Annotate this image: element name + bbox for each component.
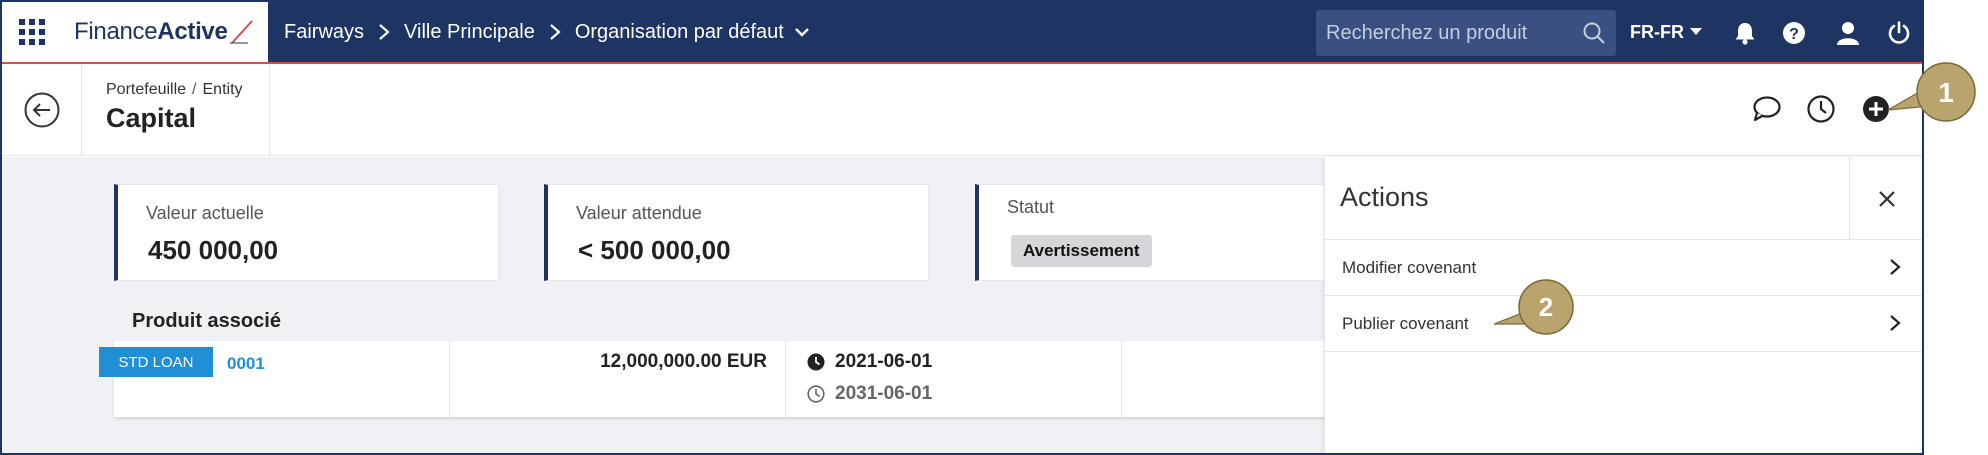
chevron-right-icon <box>549 23 561 41</box>
product-search <box>1316 10 1616 56</box>
callout-1-number: 1 <box>1938 77 1954 108</box>
finance-active-logo[interactable]: Finance Active <box>62 2 268 62</box>
org-breadcrumb: Fairways Ville Principale Organisation p… <box>284 2 810 62</box>
action-modifier-covenant[interactable]: Modifier covenant <box>1325 240 1922 296</box>
end-date-row: 2031-06-01 <box>807 383 932 405</box>
arrow-left-circle-icon <box>24 92 59 128</box>
end-date: 2031-06-01 <box>835 383 933 404</box>
breadcrumb-organisation[interactable]: Organisation par défaut <box>575 21 784 44</box>
start-date-row: 2021-06-01 <box>807 351 932 373</box>
top-navigation-bar: Finance Active Fairways Ville Principale … <box>2 2 1922 64</box>
breadcrumb-entity[interactable]: Entity <box>203 81 243 98</box>
associated-product-title: Produit associé <box>132 310 281 332</box>
current-value-label: Valeur actuelle <box>146 203 264 223</box>
action-label: Publier covenant <box>1342 313 1469 333</box>
clock-filled-icon <box>807 353 825 371</box>
logo-slash-icon <box>229 20 253 44</box>
current-value-card: Valeur actuelle 450 000,00 <box>114 184 499 281</box>
close-button[interactable] <box>1849 157 1922 240</box>
language-selector[interactable]: FR-FR <box>1630 2 1702 62</box>
back-button[interactable] <box>2 64 82 156</box>
chevron-right-icon <box>1889 258 1901 281</box>
history-clock-icon[interactable] <box>1804 92 1838 126</box>
power-icon[interactable] <box>1886 20 1912 46</box>
product-amount: 12,000,000.00 EUR <box>600 351 767 372</box>
bell-icon[interactable] <box>1732 20 1758 46</box>
chevron-right-icon <box>378 23 390 41</box>
page-title: Capital <box>106 103 197 133</box>
product-id-link[interactable]: 0001 <box>227 354 265 374</box>
product-type-badge: STD LOAN <box>99 347 213 377</box>
breadcrumb-ville-principale[interactable]: Ville Principale <box>404 21 535 44</box>
logo-text-finance: Finance <box>74 18 158 45</box>
user-icon[interactable] <box>1835 20 1861 46</box>
app-launcher-button[interactable] <box>2 2 62 62</box>
clock-outline-icon <box>807 385 825 403</box>
callout-2-number: 2 <box>1539 292 1553 322</box>
callout-1: 1 <box>1887 62 1976 122</box>
actions-panel-header: Actions <box>1325 157 1922 240</box>
comment-icon[interactable] <box>1750 92 1784 126</box>
logo-text-active: Active <box>157 18 228 45</box>
status-card: Statut Avertissement <box>975 184 1360 281</box>
status-label: Statut <box>1007 197 1055 217</box>
status-badge: Avertissement <box>1011 235 1152 267</box>
grid-icon <box>19 19 45 45</box>
language-label: FR-FR <box>1630 21 1684 42</box>
close-icon <box>1878 190 1895 207</box>
expected-value: < 500 000,00 <box>578 235 731 265</box>
search-icon[interactable] <box>1582 21 1606 50</box>
svg-text:?: ? <box>1789 26 1799 43</box>
search-input[interactable] <box>1326 21 1566 45</box>
breadcrumb-fairways[interactable]: Fairways <box>284 21 364 44</box>
page-header: Portefeuille / Entity Capital <box>2 64 1922 156</box>
chevron-right-icon <box>1889 314 1901 337</box>
action-publier-covenant[interactable]: Publier covenant <box>1325 296 1922 352</box>
actions-panel-title: Actions <box>1340 182 1429 212</box>
help-icon[interactable]: ? <box>1781 20 1807 46</box>
expected-value-card: Valeur attendue < 500 000,00 <box>544 184 929 281</box>
page-breadcrumb: Portefeuille / Entity <box>106 81 243 98</box>
page-title-block: Portefeuille / Entity Capital <box>82 64 270 156</box>
expected-value-label: Valeur attendue <box>576 203 702 223</box>
current-value: 450 000,00 <box>148 235 279 265</box>
start-date: 2021-06-01 <box>835 351 933 372</box>
app-window: Finance Active Fairways Ville Principale … <box>0 0 1924 455</box>
breadcrumb-portefeuille[interactable]: Portefeuille <box>106 81 186 98</box>
chevron-down-icon[interactable] <box>794 26 810 38</box>
action-label: Modifier covenant <box>1342 257 1477 277</box>
caret-down-icon <box>1689 28 1702 35</box>
actions-panel: Actions Modifier covenant Publier covena… <box>1324 157 1922 453</box>
callout-2: 2 <box>1493 279 1574 335</box>
